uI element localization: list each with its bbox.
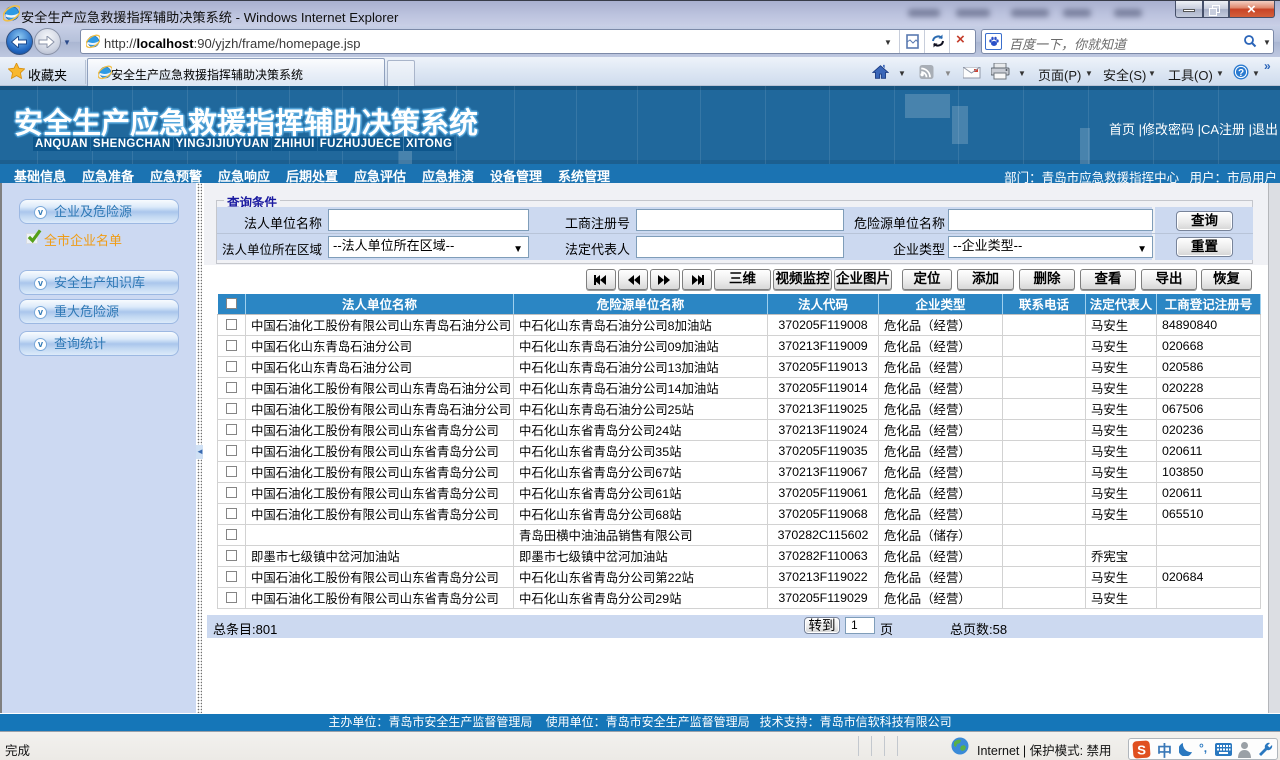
svg-text:S: S xyxy=(1137,742,1146,757)
svg-text:?: ? xyxy=(1238,68,1244,79)
